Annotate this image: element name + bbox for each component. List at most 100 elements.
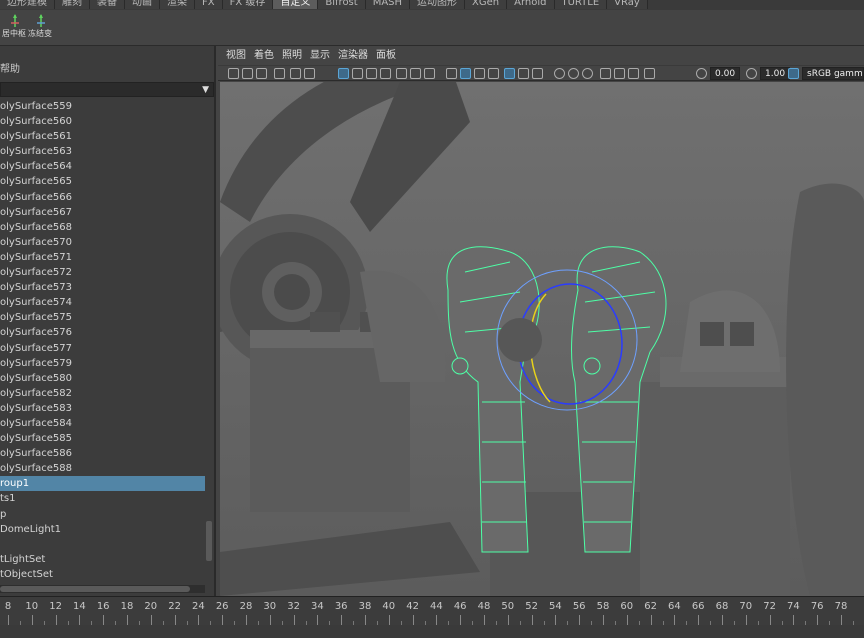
color-management-icon[interactable] (788, 68, 799, 79)
outliner-item[interactable]: olySurface584 (0, 416, 205, 431)
outliner-item[interactable]: olySurface566 (0, 190, 205, 205)
timeline-major-tick (769, 615, 771, 625)
bookmark-icon[interactable] (256, 68, 267, 79)
outliner-item[interactable]: olySurface565 (0, 174, 205, 189)
viewport-menu-item[interactable]: 视图 (218, 48, 246, 64)
depth-of-field-icon[interactable] (582, 68, 593, 79)
film-gate-icon[interactable] (352, 68, 363, 79)
wireframe-icon[interactable] (446, 68, 457, 79)
outliner-item[interactable]: olySurface561 (0, 129, 205, 144)
outliner-item[interactable]: olySurface580 (0, 371, 205, 386)
outliner-item[interactable]: DomeLight1 (0, 522, 205, 537)
outliner-item[interactable]: olySurface573 (0, 280, 205, 295)
outliner-item[interactable]: olySurface588 (0, 461, 205, 476)
outliner-item[interactable]: olySurface572 (0, 265, 205, 280)
scrollbar-thumb[interactable] (206, 521, 212, 561)
motion-blur-icon[interactable] (554, 68, 565, 79)
outliner-item[interactable]: tLightSet (0, 552, 205, 567)
view-transform-dropdown[interactable]: sRGB gamma (802, 67, 864, 80)
shelf-tab[interactable]: 动画 (125, 0, 160, 9)
grid-icon[interactable] (338, 68, 349, 79)
shelf-tab[interactable]: Bifrost (318, 0, 366, 9)
outliner-item[interactable]: olySurface560 (0, 114, 205, 129)
shelf-tab[interactable]: 边形建模 (0, 0, 55, 9)
2d-pan-zoom-icon[interactable] (304, 68, 315, 79)
viewport-menu-item[interactable]: 渲染器 (330, 48, 368, 64)
viewport-menu-item[interactable]: 显示 (302, 48, 330, 64)
outliner-menu-help[interactable]: 帮助 (0, 60, 216, 75)
shelf-tab[interactable]: FX 缓存 (222, 0, 274, 9)
outliner-filter-field[interactable]: ▼ (0, 82, 214, 97)
camera-attributes-icon[interactable] (242, 68, 253, 79)
shelf-tab[interactable]: 自定义 (273, 0, 319, 9)
viewport-menu-item[interactable]: 面板 (368, 48, 396, 64)
shelf-tab[interactable]: VRay (607, 0, 648, 9)
gamma-icon[interactable] (746, 68, 757, 79)
outliner-item[interactable]: olySurface570 (0, 235, 205, 250)
outliner-item[interactable]: olySurface585 (0, 431, 205, 446)
timeline-tick-label: 64 (668, 601, 681, 612)
viewport-menu-item[interactable]: 着色 (246, 48, 274, 64)
dropdown-arrow-icon[interactable]: ▼ (202, 85, 209, 95)
outliner-item[interactable]: olySurface577 (0, 341, 205, 356)
xray-joints-icon[interactable] (628, 68, 639, 79)
outliner-vertical-scrollbar[interactable] (205, 99, 214, 586)
scrollbar-thumb[interactable] (0, 586, 190, 592)
outliner-item[interactable]: olySurface559 (0, 99, 205, 114)
outliner-item[interactable]: olySurface582 (0, 386, 205, 401)
exposure-field[interactable]: 0.00 (710, 67, 741, 80)
outliner-item[interactable]: olySurface563 (0, 144, 205, 159)
use-all-lights-icon[interactable] (504, 68, 515, 79)
image-plane-icon[interactable] (290, 68, 301, 79)
isolate-select-icon[interactable] (600, 68, 611, 79)
smooth-shade-all-icon[interactable] (460, 68, 471, 79)
shelf-tab[interactable]: 运动图形 (410, 0, 466, 9)
outliner-item[interactable]: p (0, 507, 205, 522)
timeline-tick-label: 54 (549, 601, 562, 612)
outliner-item[interactable]: olySurface575 (0, 310, 205, 325)
time-slider[interactable]: 8 10 12 14 16 18 20 22 24 26 28 30 32 34 36 38 40 42 44 46 4… (0, 596, 864, 638)
outliner-item[interactable]: tObjectSet (0, 567, 205, 582)
shelf-tab[interactable]: 渲染 (160, 0, 195, 9)
outliner-item[interactable]: ts1 (0, 491, 205, 506)
outliner-item[interactable]: olySurface568 (0, 220, 205, 235)
shelf-tab[interactable]: XGen (465, 0, 508, 9)
freeze-transform-button[interactable]: 冻结变 (28, 12, 54, 42)
shelf-tab[interactable]: 装备 (90, 0, 125, 9)
gamma-field[interactable]: 1.00 (760, 67, 791, 80)
shelf-tab[interactable]: MASH (365, 0, 411, 9)
xray-icon[interactable] (614, 68, 625, 79)
field-chart-icon[interactable] (396, 68, 407, 79)
shelf-tab[interactable]: Arnold (507, 0, 555, 9)
outliner-item[interactable]: olySurface571 (0, 250, 205, 265)
xray-active-components-icon[interactable] (644, 68, 655, 79)
outliner-item[interactable]: roup1 (0, 476, 205, 492)
ambient-occlusion-icon[interactable] (532, 68, 543, 79)
safe-title-icon[interactable] (424, 68, 435, 79)
viewport-menu-item[interactable]: 照明 (274, 48, 302, 64)
multisample-antialiasing-icon[interactable] (568, 68, 579, 79)
grease-pencil-icon[interactable] (274, 68, 285, 79)
shelf-tab[interactable]: FX (195, 0, 223, 9)
wireframe-on-shaded-icon[interactable] (474, 68, 485, 79)
outliner-item[interactable]: olySurface567 (0, 205, 205, 220)
outliner-item[interactable]: olySurface574 (0, 295, 205, 310)
textured-icon[interactable] (488, 68, 499, 79)
center-pivot-button[interactable]: 居中枢 (2, 12, 28, 42)
outliner-item[interactable]: olySurface586 (0, 446, 205, 461)
outliner-item[interactable]: olySurface579 (0, 356, 205, 371)
resolution-gate-icon[interactable] (366, 68, 377, 79)
safe-action-icon[interactable] (410, 68, 421, 79)
shelf-tab[interactable]: 雕刻 (55, 0, 90, 9)
outliner-horizontal-scrollbar[interactable] (0, 585, 205, 593)
gate-mask-icon[interactable] (380, 68, 391, 79)
outliner-item[interactable]: olySurface564 (0, 159, 205, 174)
outliner-item[interactable]: olySurface576 (0, 325, 205, 340)
shelf-tab[interactable]: TURTLE (554, 0, 608, 9)
shadows-icon[interactable] (518, 68, 529, 79)
select-camera-icon[interactable] (228, 68, 239, 79)
exposure-icon[interactable] (696, 68, 707, 79)
3d-viewport[interactable]: persp (220, 82, 864, 596)
outliner-item[interactable]: olySurface583 (0, 401, 205, 416)
outliner-item[interactable] (0, 537, 205, 552)
